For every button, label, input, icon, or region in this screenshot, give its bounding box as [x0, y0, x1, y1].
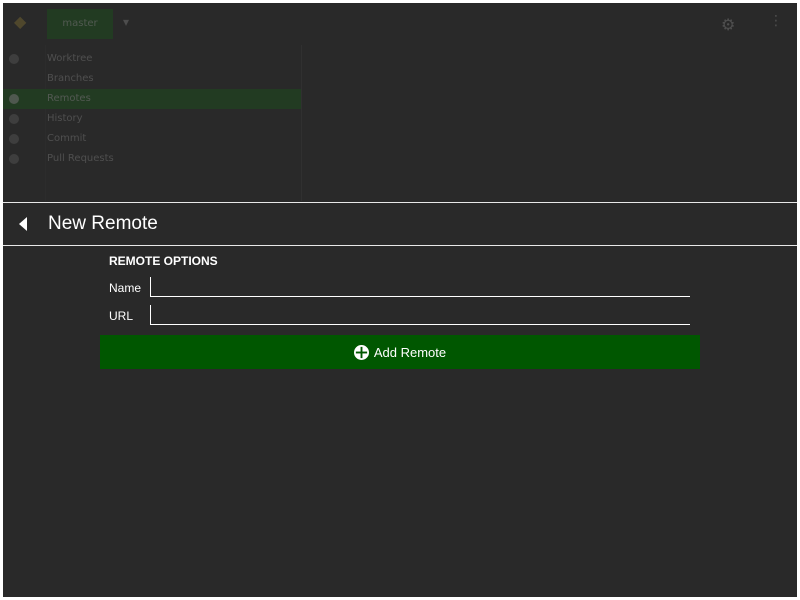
nav-item-commit: Commit	[3, 129, 301, 149]
more-options-icon: ⋮	[769, 13, 783, 29]
add-circle-icon	[353, 344, 369, 360]
nav-item-remotes: Remotes	[3, 89, 301, 109]
name-label: Name	[109, 281, 142, 295]
nav-item-pull-requests: Pull Requests	[3, 149, 301, 169]
history-icon	[9, 114, 19, 124]
nav-item-label: History	[47, 113, 83, 124]
panel-header: New Remote	[3, 202, 797, 246]
nav-item-branches: Branches	[3, 69, 301, 89]
remote-icon	[9, 94, 19, 104]
worktree-icon	[9, 54, 19, 64]
app-frame: ◆ master ▾ ⚙ ⋮ Worktree Branches Remotes	[3, 3, 797, 597]
name-input[interactable]	[150, 277, 690, 297]
commit-icon	[9, 134, 19, 144]
nav-item-worktree: Worktree	[3, 49, 301, 69]
back-arrow-icon[interactable]	[17, 215, 29, 233]
chevron-down-icon: ▾	[123, 15, 130, 29]
add-remote-button[interactable]: Add Remote	[100, 335, 700, 369]
add-remote-label: Add Remote	[373, 344, 447, 360]
background-app: ◆ master ▾ ⚙ ⋮ Worktree Branches Remotes	[3, 3, 797, 201]
nav-item-label: Pull Requests	[47, 153, 114, 164]
background-nav: Worktree Branches Remotes History Commit…	[3, 45, 302, 201]
page-title: New Remote	[48, 213, 158, 234]
url-input[interactable]	[150, 305, 690, 325]
app-logo-icon: ◆	[14, 12, 27, 31]
gear-icon: ⚙	[721, 15, 736, 34]
url-label: URL	[109, 309, 134, 323]
nav-item-label: Remotes	[47, 93, 91, 104]
background-topbar: ◆ master ▾ ⚙ ⋮	[3, 3, 797, 47]
pull-request-icon	[9, 154, 19, 164]
nav-item-label: Worktree	[47, 53, 93, 64]
url-field-row: URL	[109, 305, 692, 327]
nav-item-label: Branches	[47, 73, 94, 84]
name-field-row: Name	[109, 277, 692, 299]
nav-item-history: History	[3, 109, 301, 129]
nav-item-label: Commit	[47, 133, 87, 144]
branch-icon	[9, 74, 19, 84]
section-title: REMOTE OPTIONS	[109, 254, 218, 268]
branch-button: master	[47, 9, 113, 39]
